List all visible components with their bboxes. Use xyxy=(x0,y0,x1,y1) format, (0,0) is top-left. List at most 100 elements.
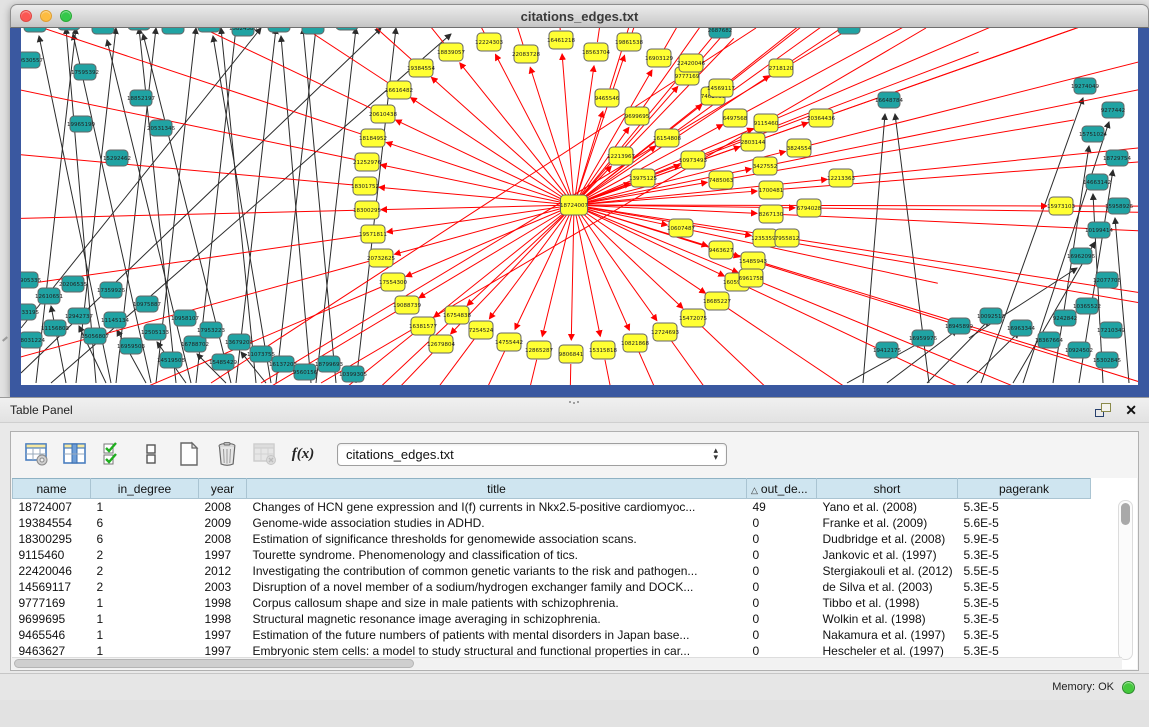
table-row[interactable]: 946554611997Estimation of the future num… xyxy=(13,627,1091,643)
graph-node[interactable]: 20530557 xyxy=(21,52,43,68)
graph-node[interactable]: 10491603 xyxy=(159,28,187,34)
cell-year[interactable]: 1998 xyxy=(199,611,247,627)
cell-out_degree[interactable]: 0 xyxy=(747,563,817,579)
cell-in_degree[interactable]: 1 xyxy=(91,627,199,643)
table-selector-dropdown[interactable]: citations_edges.txt ▴▾ xyxy=(337,443,727,466)
delete-table-icon[interactable] xyxy=(211,438,243,470)
cell-out_degree[interactable]: 0 xyxy=(747,547,817,563)
graph-node[interactable]: 15056807 xyxy=(81,328,109,344)
graph-node-cited[interactable]: 16754838 xyxy=(443,306,471,324)
graph-node[interactable]: 10924502 xyxy=(1065,342,1093,358)
graph-node[interactable]: 18729754 xyxy=(1103,150,1131,166)
graph-node-hub[interactable]: 18724007 xyxy=(560,195,588,215)
cell-short[interactable]: Nakamura et al. (1997) xyxy=(817,627,958,643)
cell-pagerank[interactable]: 5.5E-5 xyxy=(958,563,1091,579)
graph-node-cited[interactable]: 15472075 xyxy=(679,309,707,327)
cell-title[interactable]: Genome-wide association studies in ADHD. xyxy=(247,515,747,531)
cell-out_degree[interactable]: 0 xyxy=(747,627,817,643)
table-row[interactable]: 2242004622012Investigating the contribut… xyxy=(13,563,1091,579)
graph-node-cited[interactable]: 18301752 xyxy=(351,177,379,195)
graph-node-cited[interactable]: 2718120 xyxy=(769,59,794,77)
graph-node-cited[interactable]: 9465546 xyxy=(595,89,620,107)
graph-node[interactable]: 11431683 xyxy=(195,28,223,32)
zoom-window-icon[interactable] xyxy=(60,10,72,22)
graph-node-cited[interactable]: 15485943 xyxy=(739,252,767,270)
graph-node-cited[interactable]: 10821868 xyxy=(621,334,649,352)
cell-year[interactable]: 1997 xyxy=(199,627,247,643)
graph-node-cited[interactable]: 18300295 xyxy=(353,201,381,219)
table-settings-icon[interactable] xyxy=(21,438,53,470)
graph-node-cited[interactable]: 14755442 xyxy=(495,333,523,351)
column-header-title[interactable]: title xyxy=(247,479,747,499)
graph-node-cited[interactable]: 6497568 xyxy=(723,109,748,127)
graph-node[interactable]: 9862901 xyxy=(91,28,116,34)
graph-node-cited[interactable]: 9463627 xyxy=(709,241,734,259)
graph-node[interactable]: 15751024 xyxy=(1079,126,1107,142)
graph-node-cited[interactable]: 8267130 xyxy=(759,205,784,223)
cell-short[interactable]: Dudbridge et al. (2008) xyxy=(817,531,958,547)
graph-node[interactable]: 16959503 xyxy=(117,338,145,354)
cell-name[interactable]: 9115460 xyxy=(13,547,91,563)
graph-node-cited[interactable]: 2803144 xyxy=(741,133,766,151)
cell-pagerank[interactable]: 5.3E-5 xyxy=(958,595,1091,611)
network-canvas[interactable]: 1083563211280952986290112874027104916031… xyxy=(21,28,1138,385)
graph-node[interactable]: 16959976 xyxy=(909,330,937,346)
graph-node-cited[interactable]: 17554300 xyxy=(379,273,407,291)
cell-short[interactable]: Tibbo et al. (1998) xyxy=(817,595,958,611)
graph-node[interactable]: 11073755 xyxy=(247,346,275,362)
cell-out_degree[interactable]: 0 xyxy=(747,595,817,611)
table-row[interactable]: 1456911722003Disruption of a novel membe… xyxy=(13,579,1091,595)
cell-pagerank[interactable]: 5.3E-5 xyxy=(958,627,1091,643)
cell-year[interactable]: 2009 xyxy=(199,515,247,531)
graph-node[interactable]: 18852197 xyxy=(127,90,155,106)
close-window-icon[interactable] xyxy=(20,10,32,22)
cell-year[interactable]: 2003 xyxy=(199,579,247,595)
table-row[interactable]: 911546021997Tourette syndrome. Phenomeno… xyxy=(13,547,1091,563)
cell-pagerank[interactable]: 5.3E-5 xyxy=(958,547,1091,563)
graph-node-cited[interactable]: 19571811 xyxy=(359,225,387,243)
graph-node-cited[interactable]: 6961758 xyxy=(739,269,764,287)
cell-out_degree[interactable]: 0 xyxy=(747,579,817,595)
new-table-icon[interactable] xyxy=(173,438,205,470)
graph-node-cited[interactable]: 9699695 xyxy=(625,107,650,125)
graph-node-cited[interactable]: 14569117 xyxy=(707,79,735,97)
cell-in_degree[interactable]: 1 xyxy=(91,611,199,627)
graph-node[interactable]: 12959742 xyxy=(333,28,361,30)
cell-pagerank[interactable]: 5.3E-5 xyxy=(958,579,1091,595)
column-header-name[interactable]: name xyxy=(13,479,91,499)
graph-node-cited[interactable]: 12724693 xyxy=(651,323,679,341)
graph-node-cited[interactable]: 18563704 xyxy=(582,43,610,61)
cell-pagerank[interactable]: 5.9E-5 xyxy=(958,531,1091,547)
graph-node-cited[interactable]: 21252976 xyxy=(353,153,381,171)
cell-in_degree[interactable]: 1 xyxy=(91,499,199,515)
graph-node-cited[interactable]: 22420046 xyxy=(677,54,705,72)
cell-title[interactable]: Disruption of a novel member of a sodium… xyxy=(247,579,747,595)
graph-node-cited[interactable]: 16903129 xyxy=(645,49,673,67)
graph-node[interactable]: 11156803 xyxy=(41,320,69,336)
table-row[interactable]: 969969511998Structural magnetic resonanc… xyxy=(13,611,1091,627)
cell-short[interactable]: Yano et al. (2008) xyxy=(817,499,958,515)
graph-node[interactable]: 12077706 xyxy=(1093,272,1121,288)
cell-in_degree[interactable]: 2 xyxy=(91,563,199,579)
vertical-scrollbar[interactable] xyxy=(1118,500,1133,660)
cell-pagerank[interactable]: 5.3E-5 xyxy=(958,611,1091,627)
table-row[interactable]: 1830029562008Estimation of significance … xyxy=(13,531,1091,547)
cell-out_degree[interactable]: 49 xyxy=(747,499,817,515)
graph-node[interactable]: 15292462 xyxy=(103,150,131,166)
graph-node-cited[interactable]: 12213363 xyxy=(827,169,855,187)
graph-node[interactable]: 10365522 xyxy=(1073,298,1101,314)
cell-name[interactable]: 22420046 xyxy=(13,563,91,579)
table-row[interactable]: 1872400712008Changes of HCN gene express… xyxy=(13,499,1091,515)
cell-out_degree[interactable]: 0 xyxy=(747,531,817,547)
column-header-out_degree[interactable]: △out_de... xyxy=(747,479,817,499)
horizontal-scrollbar[interactable] xyxy=(12,657,1122,669)
show-column-icon[interactable] xyxy=(59,438,91,470)
cell-name[interactable]: 14569117 xyxy=(13,579,91,595)
graph-node-cited[interactable]: 12679804 xyxy=(427,335,455,353)
graph-node[interactable]: 12505133 xyxy=(141,324,169,340)
graph-node[interactable]: 18031224 xyxy=(21,332,45,348)
graph-node[interactable]: 2687682 xyxy=(708,28,733,38)
table-header-row[interactable]: namein_degreeyeartitle△out_de...shortpag… xyxy=(13,479,1091,499)
graph-node-cited[interactable]: 12865287 xyxy=(525,341,553,359)
cell-year[interactable]: 2008 xyxy=(199,499,247,515)
